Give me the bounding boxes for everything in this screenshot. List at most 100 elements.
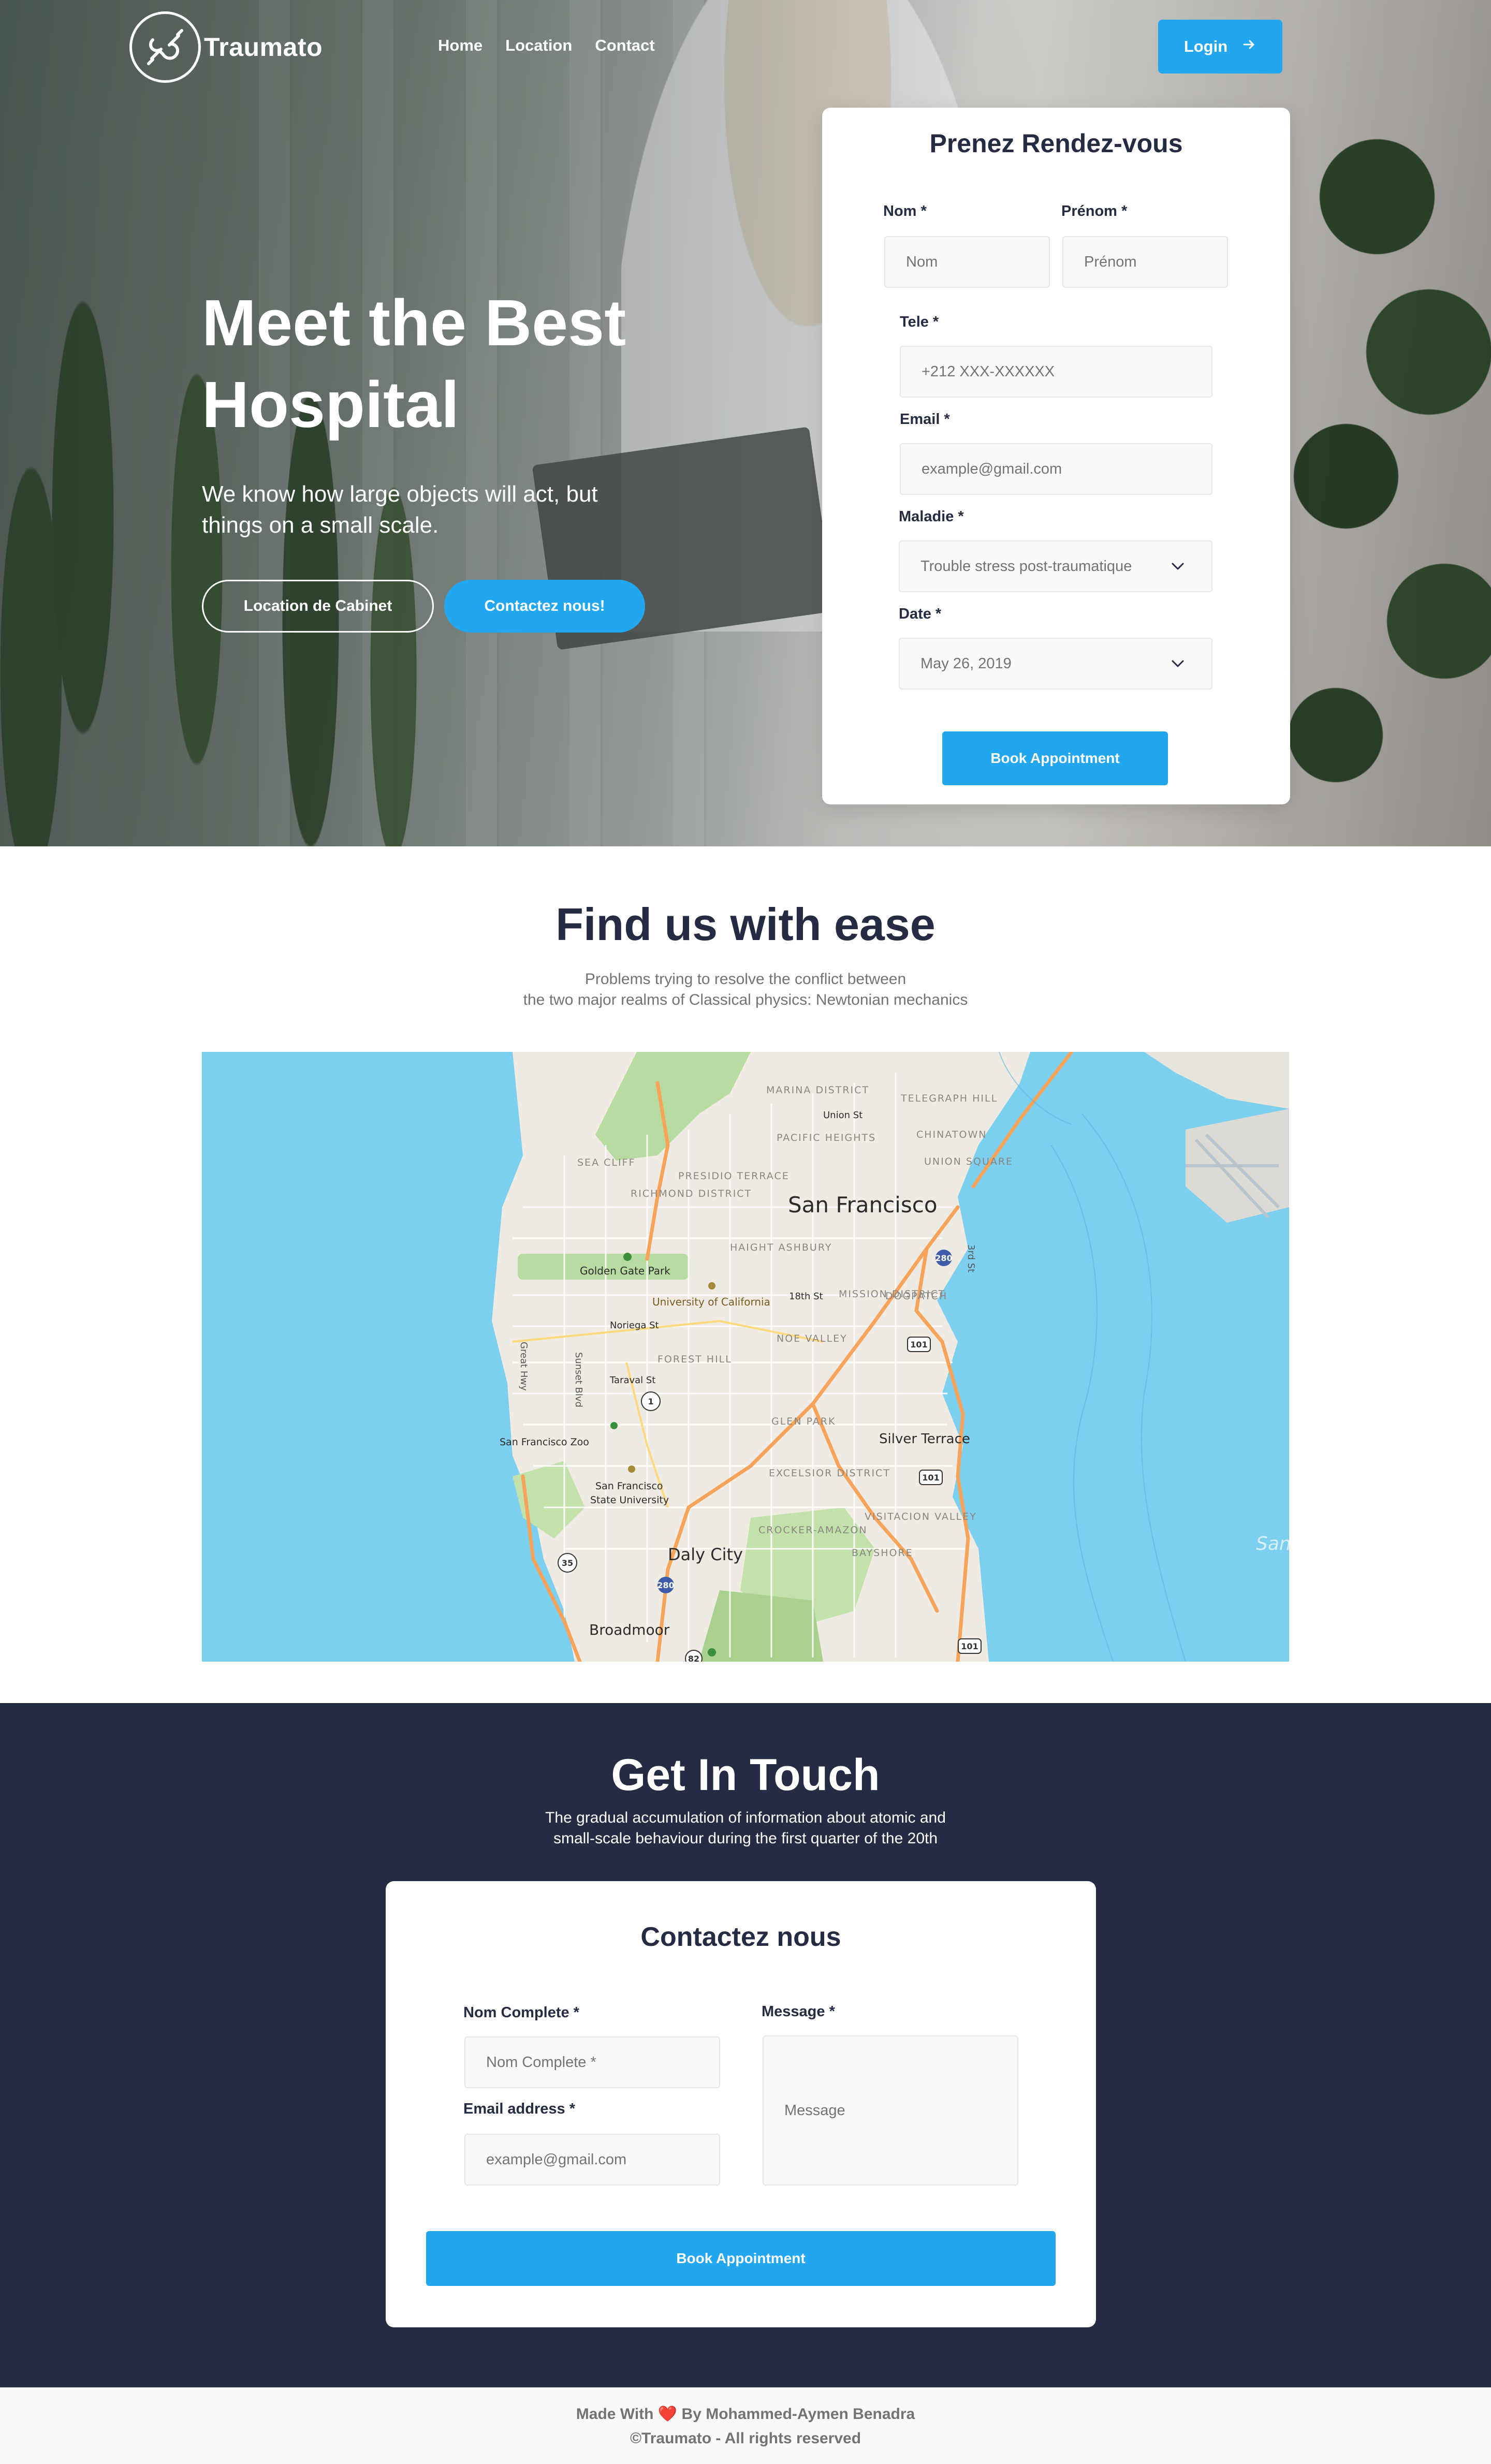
map-water-lines	[999, 1052, 1186, 1662]
map-label-great-hwy: Great Hwy	[518, 1342, 529, 1391]
brand-logo[interactable]: Traumato	[129, 11, 323, 83]
map-label-daly-city: Daly City	[668, 1545, 743, 1564]
nom-label: Nom *	[883, 203, 927, 219]
map-label-broadmoor: Broadmoor	[589, 1621, 670, 1638]
footer-credit: Made With ❤️ By Mohammed-Aymen Benadra	[0, 2405, 1491, 2423]
map-canvas: 280 101 101 101 280 35 1 82 San Francisc…	[492, 1052, 1289, 1662]
contact-name-label: Nom Complete *	[463, 2004, 579, 2021]
footer-made-with: Made With	[576, 2406, 654, 2423]
heart-icon: ❤️	[657, 2406, 678, 2423]
contact-name-input[interactable]: Nom Complete *	[464, 2036, 720, 2088]
nom-input[interactable]: Nom	[884, 236, 1050, 288]
map-label-noriega: Noriega St	[610, 1320, 659, 1331]
map-label-ucsf: University of California	[652, 1296, 770, 1308]
footer-copyright: ©Traumato - All rights reserved	[630, 2430, 861, 2447]
map-label-sea-cliff: SEA CLIFF	[577, 1157, 635, 1168]
maladie-label: Maladie *	[899, 508, 964, 525]
map-label-san-francisco: San Francisco	[788, 1192, 938, 1218]
arrow-right-icon	[1242, 37, 1256, 56]
map-label-visitacion: VISITACION VALLEY	[865, 1511, 977, 1522]
map-label-18th: 18th St	[789, 1291, 823, 1302]
get-in-touch-subtitle: The gradual accumulation of information …	[0, 1808, 1491, 1849]
find-us-subtitle: Problems trying to resolve the conflict …	[0, 969, 1491, 1010]
contact-submit-button[interactable]: Book Appointment	[426, 2231, 1056, 2286]
nav-contact-link[interactable]: Contact	[595, 36, 654, 55]
appointment-card: Prenez Rendez-vous Nom * Nom Prénom * Pr…	[822, 108, 1290, 804]
get-in-touch-subtitle-line2: small-scale behaviour during the first q…	[553, 1830, 938, 1847]
prenom-label: Prénom *	[1061, 203, 1128, 219]
nav-location-link[interactable]: Location	[505, 36, 572, 55]
contact-title: Contactez nous	[640, 1922, 841, 1952]
map-label-glen-park: GLEN PARK	[771, 1416, 836, 1427]
hero-subtitle: We know how large objects will act, but …	[202, 481, 598, 538]
shield-280-1: 280	[935, 1253, 952, 1263]
location-cabinet-button[interactable]: Location de Cabinet	[202, 580, 434, 633]
get-in-touch-title: Get In Touch	[611, 1750, 880, 1800]
map-label-telegraph: TELEGRAPH HILL	[900, 1093, 998, 1104]
date-label: Date *	[899, 606, 942, 622]
map-label-sunset: Sunset Blvd	[573, 1352, 584, 1407]
map-label-dogpatch: DOGPATCH	[885, 1290, 947, 1302]
email-label: Email *	[900, 411, 950, 428]
footer-author: By Mohammed-Aymen Benadra	[681, 2406, 915, 2423]
find-us-title: Find us with ease	[556, 899, 935, 950]
prenom-input[interactable]: Prénom	[1062, 236, 1228, 288]
contact-name-placeholder: Nom Complete *	[486, 2054, 596, 2071]
book-appointment-button[interactable]: Book Appointment	[942, 731, 1168, 785]
contact-message-textarea[interactable]: Message	[763, 2035, 1018, 2186]
map-label-crocker: CROCKER-AMAZON	[758, 1524, 868, 1536]
shield-280-2: 280	[657, 1580, 674, 1590]
contact-email-input[interactable]: example@gmail.com	[464, 2134, 720, 2186]
contact-email-placeholder: example@gmail.com	[486, 2151, 627, 2168]
find-us-subtitle-line2: the two major realms of Classical physic…	[523, 991, 968, 1008]
logo-icon	[129, 11, 201, 83]
map-label-taraval: Taraval St	[609, 1375, 655, 1386]
map-label-golden-gate-park: Golden Gate Park	[580, 1265, 670, 1277]
map-label-marina: MARINA DISTRICT	[766, 1084, 869, 1096]
map-label-bayshore: BAYSHORE	[852, 1547, 913, 1559]
contact-message-label: Message *	[762, 2003, 835, 2020]
map-label-union-square: UNION SQUARE	[924, 1156, 1013, 1167]
map-label-pacific-heights: PACIFIC HEIGHTS	[777, 1132, 876, 1143]
shield-101-2: 101	[922, 1473, 939, 1483]
contact-email-label: Email address *	[463, 2101, 575, 2117]
tele-label: Tele *	[900, 314, 939, 330]
nav-home-link[interactable]: Home	[438, 36, 483, 55]
main-nav: Home Location Contact	[438, 36, 655, 55]
hero-title: Meet the Best Hospital	[202, 286, 626, 441]
map-label-sfsu-1: San Francisco	[595, 1480, 663, 1492]
chevron-down-icon	[1170, 656, 1186, 675]
map-label-chinatown: CHINATOWN	[916, 1129, 987, 1140]
map-label-sfsu-2: State University	[590, 1494, 669, 1506]
map-label-sf-zoo: San Francisco Zoo	[500, 1436, 589, 1448]
contact-card: Contactez nous Nom Complete * Nom Comple…	[386, 1881, 1096, 2327]
shield-101-1: 101	[910, 1340, 927, 1350]
shield-35: 35	[562, 1558, 573, 1568]
shield-1: 1	[648, 1397, 653, 1406]
chevron-down-icon	[1170, 559, 1186, 578]
appointment-title: Prenez Rendez-vous	[929, 129, 1183, 158]
date-selected-value: May 26, 2019	[920, 655, 1012, 672]
map-label-presidio: PRESIDIO TERRACE	[678, 1170, 790, 1182]
contact-us-button[interactable]: Contactez nous!	[444, 580, 645, 633]
tele-placeholder: +212 XXX-XXXXXX	[922, 363, 1055, 380]
location-map[interactable]: 280 101 101 101 280 35 1 82 San Francisc…	[202, 1052, 1289, 1662]
maladie-selected-value: Trouble stress post-traumatique	[920, 558, 1132, 575]
login-button-label: Login	[1183, 37, 1228, 55]
map-park-broadmoor	[699, 1590, 823, 1662]
find-us-subtitle-line1: Problems trying to resolve the conflict …	[584, 971, 907, 988]
maladie-select[interactable]: Trouble stress post-traumatique	[899, 540, 1212, 592]
map-label-union-st: Union St	[823, 1110, 863, 1121]
map-label-silver-terrace: Silver Terrace	[879, 1431, 970, 1447]
map-land-ne	[1144, 1052, 1289, 1109]
email-placeholder: example@gmail.com	[922, 460, 1062, 477]
map-label-san: San	[1256, 1533, 1289, 1554]
date-select[interactable]: May 26, 2019	[899, 638, 1212, 690]
nom-placeholder: Nom	[906, 253, 938, 270]
map-label-3rd-st: 3rd St	[966, 1244, 976, 1272]
brand-name: Traumato	[204, 33, 323, 62]
email-input[interactable]: example@gmail.com	[900, 443, 1212, 495]
tele-input[interactable]: +212 XXX-XXXXXX	[900, 346, 1212, 398]
login-button[interactable]: Login	[1158, 20, 1282, 74]
map-label-noe-valley: NOE VALLEY	[777, 1333, 847, 1344]
